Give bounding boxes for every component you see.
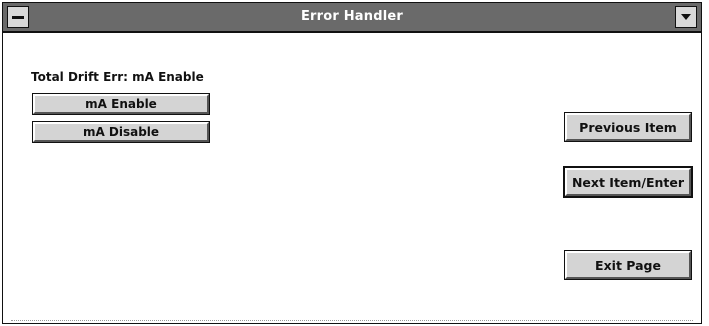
next-item-enter-button[interactable]: Next Item/Enter — [563, 166, 693, 198]
triangle-down-icon — [681, 14, 691, 20]
previous-item-label: revious Item — [588, 119, 677, 135]
next-item-label: ext Item/Enter — [582, 174, 685, 190]
window-title: Error Handler — [300, 9, 404, 24]
previous-item-mnemonic: P — [579, 119, 589, 135]
next-item-mnemonic: N — [571, 174, 583, 190]
exit-page-label: it Page — [611, 257, 661, 273]
title-bar[interactable]: Error Handler — [3, 3, 701, 33]
ma-enable-button[interactable]: mA Enable — [32, 93, 210, 115]
exit-page-prefix: E — [595, 257, 604, 273]
ma-disable-button[interactable]: mA Disable — [32, 121, 210, 143]
error-handler-window: Error Handler Total Drift Err: mA Enable… — [2, 2, 702, 324]
exit-page-button[interactable]: Ex it Page — [564, 250, 692, 280]
window-bottom-edge — [11, 320, 693, 323]
exit-page-mnemonic: x — [603, 257, 612, 273]
previous-item-button[interactable]: Previous Item — [564, 112, 692, 142]
status-label: Total Drift Err: mA Enable — [31, 70, 204, 84]
dropdown-button[interactable] — [675, 6, 697, 28]
